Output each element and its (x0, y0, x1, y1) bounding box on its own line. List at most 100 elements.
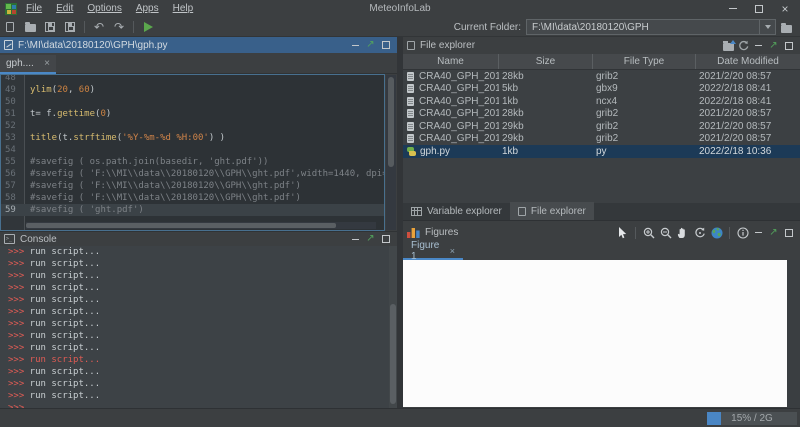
column-header-modified[interactable]: Date Modified (696, 54, 800, 69)
console-vertical-scrollbar[interactable] (389, 246, 397, 408)
code-line[interactable]: 55#savefig ( os.path.join(basedir, 'ght.… (1, 156, 384, 168)
code-editor[interactable]: 4849ylim(20, 60)5051t= f.gettime(0)5253t… (0, 74, 385, 231)
table-row-cra40-gph-2018012-[interactable]: CRA40_GPH_2018012...28kbgrib22021/2/20 0… (403, 108, 800, 121)
editor-vertical-scrollbar[interactable] (386, 75, 396, 230)
toolbar-separator (84, 21, 85, 33)
line-number: 51 (1, 108, 21, 120)
code-line[interactable]: 56#savefig ( 'F:\\MI\\data\\20180120\\GP… (1, 168, 384, 180)
chevron-down-icon (765, 25, 771, 29)
table-row-cra40-gph-2018012-[interactable]: CRA40_GPH_2018012...29kbgrib22021/2/20 0… (403, 133, 800, 146)
table-row-cra40-gph-2018012-[interactable]: CRA40_GPH_2018012...5kbgbx92022/2/18 08:… (403, 83, 800, 96)
code-line[interactable]: 52 (1, 120, 384, 132)
code-line[interactable]: 57#savefig ( 'F:\\MI\\data\\20180120\\GP… (1, 180, 384, 192)
info-button[interactable] (734, 224, 751, 242)
code-line[interactable]: 48 (1, 74, 384, 84)
minimize-icon (755, 45, 762, 46)
memory-usage-text: 15% / 2G (731, 413, 773, 424)
open-file-button[interactable] (20, 18, 40, 36)
code-line[interactable]: 50 (1, 96, 384, 108)
scrollbar-thumb[interactable] (388, 77, 394, 167)
table-row-cra40-gph-2018012-[interactable]: CRA40_GPH_2018012...1kbncx42022/2/18 08:… (403, 95, 800, 108)
tab-figure-1[interactable]: Figure 1 × (403, 244, 463, 260)
editor-maximize-button[interactable] (378, 38, 393, 52)
menu-apps[interactable]: Apps (129, 3, 166, 14)
console-output[interactable]: >>> run script...>>> run script...>>> ru… (0, 246, 397, 408)
code-line[interactable]: 49ylim(20, 60) (1, 84, 384, 96)
file-explorer-minimize-button[interactable] (751, 39, 766, 53)
float-arrow-icon: ↗ (769, 228, 777, 238)
rotate-button[interactable] (691, 224, 708, 242)
date-modified: 2022/2/18 08:41 (696, 83, 800, 94)
window-maximize-button[interactable] (746, 0, 772, 17)
console-minimize-button[interactable] (348, 232, 363, 246)
code-line[interactable]: 58#savefig ( 'F:\\MI\\data\\20180120\\GP… (1, 192, 384, 204)
current-folder-combobox[interactable]: F:\MI\data\20180120\GPH (526, 19, 776, 35)
scrollbar-thumb[interactable] (26, 223, 336, 228)
code-line[interactable]: 59#savefig ( 'ght.pdf') (1, 204, 384, 216)
figures-minimize-button[interactable] (751, 226, 766, 240)
menu-options[interactable]: Options (80, 3, 128, 14)
size: 29kb (499, 133, 593, 144)
code-line[interactable]: 53title(t.strftime('%Y-%m-%d %H:00') ) (1, 132, 384, 144)
console-float-button[interactable]: ↗ (363, 232, 378, 246)
editor-title-bar: F:\MI\data\20180120\GPH\gph.py ↗ (0, 37, 397, 53)
file-explorer-maximize-button[interactable] (781, 39, 796, 53)
menu-file[interactable]: File (19, 3, 49, 14)
hand-icon (677, 227, 688, 239)
editor-float-button[interactable]: ↗ (363, 38, 378, 52)
zoom-in-button[interactable] (640, 224, 657, 242)
run-script-button[interactable] (138, 18, 158, 36)
select-cursor-button[interactable] (614, 224, 631, 242)
editor-horizontal-scrollbar[interactable] (26, 222, 376, 229)
code-line[interactable]: 51t= f.gettime(0) (1, 108, 384, 120)
file-explorer-float-button[interactable]: ↗ (766, 39, 781, 53)
minimize-icon (352, 239, 359, 240)
line-number: 50 (1, 96, 21, 108)
combo-dropdown-button[interactable] (759, 20, 775, 34)
browse-folder-button[interactable] (776, 18, 796, 36)
maximize-icon (785, 229, 793, 237)
window-minimize-button[interactable] (720, 0, 746, 17)
save-button[interactable] (40, 18, 60, 36)
menu-help[interactable]: Help (166, 3, 201, 14)
memory-progress-fill (707, 412, 721, 425)
globe-button[interactable] (708, 224, 725, 242)
figures-float-button[interactable]: ↗ (766, 226, 781, 240)
editor-minimize-button[interactable] (348, 38, 363, 52)
toolbar-separator (635, 227, 636, 239)
editor-tab-gph[interactable]: gph.... × (0, 55, 56, 74)
tab-file-explorer[interactable]: File explorer (510, 202, 594, 220)
tab-variable-explorer[interactable]: Variable explorer (403, 202, 510, 220)
refresh-button[interactable] (736, 39, 751, 53)
figures-maximize-button[interactable] (781, 226, 796, 240)
pan-button[interactable] (674, 224, 691, 242)
line-number: 55 (1, 156, 21, 168)
column-header-filetype[interactable]: File Type (593, 54, 696, 69)
table-row-cra40-gph-2018012-[interactable]: CRA40_GPH_2018012...28kbgrib22021/2/20 0… (403, 70, 800, 83)
figure-canvas[interactable] (403, 260, 787, 407)
redo-button[interactable]: ↷ (109, 18, 129, 36)
toolbar-separator (729, 227, 730, 239)
menu-edit[interactable]: Edit (49, 3, 80, 14)
column-header-name[interactable]: Name (403, 54, 499, 69)
date-modified: 2021/2/20 08:57 (696, 121, 800, 132)
code-line[interactable]: 54 (1, 144, 384, 156)
table-row-cra40-gph-2018012-[interactable]: CRA40_GPH_2018012...29kbgrib22021/2/20 0… (403, 120, 800, 133)
window-close-button[interactable]: × (772, 0, 798, 17)
current-folder-value[interactable]: F:\MI\data\20180120\GPH (527, 22, 759, 33)
tab-close-icon[interactable]: × (44, 58, 50, 69)
undo-button[interactable]: ↶ (89, 18, 109, 36)
console-maximize-button[interactable] (378, 232, 393, 246)
size: 1kb (499, 146, 593, 157)
parent-folder-button[interactable] (721, 39, 736, 53)
scrollbar-thumb[interactable] (390, 304, 396, 404)
memory-indicator[interactable]: 15% / 2G (707, 412, 797, 425)
tab-close-icon[interactable]: × (450, 246, 455, 256)
table-row-gph-py[interactable]: gph.py1kbpy2022/2/18 10:36 (403, 145, 800, 158)
save-as-button[interactable] (60, 18, 80, 36)
file-icon (407, 134, 414, 143)
date-modified: 2021/2/20 08:57 (696, 71, 800, 82)
zoom-out-button[interactable] (657, 224, 674, 242)
column-header-size[interactable]: Size (499, 54, 593, 69)
new-script-button[interactable] (0, 18, 20, 36)
